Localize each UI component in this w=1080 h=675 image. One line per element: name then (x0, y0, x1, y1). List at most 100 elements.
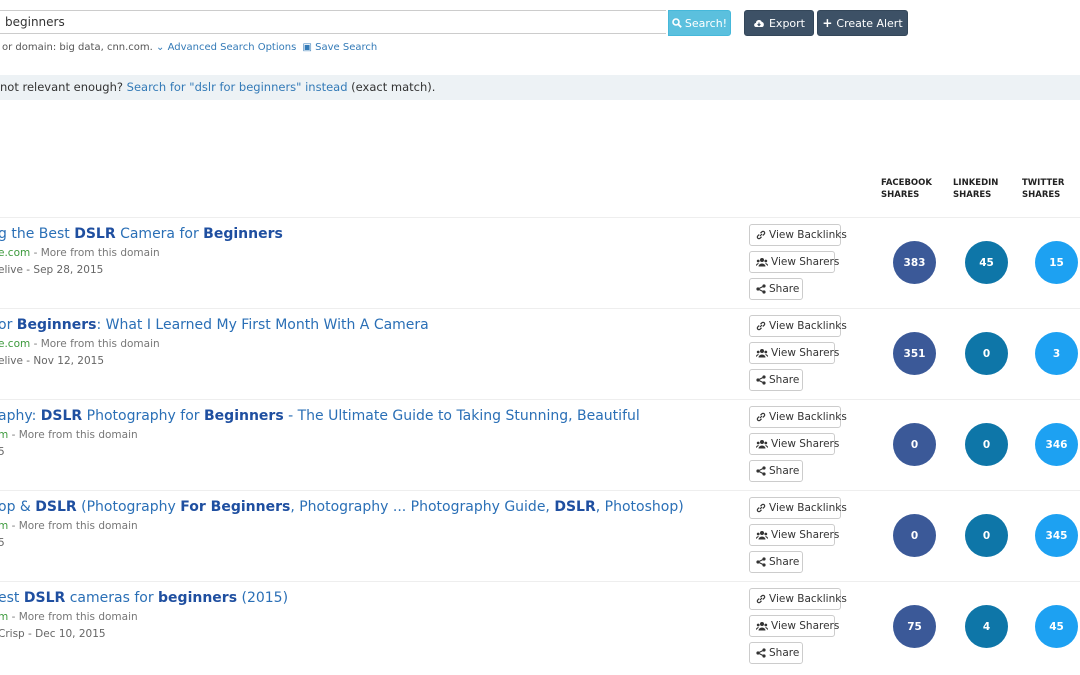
twitter-header-line2: SHARES (1022, 190, 1061, 200)
result-title-part: aphy: (0, 408, 41, 424)
save-search-label: Save Search (315, 42, 378, 53)
notice-prefix: not relevant enough? (0, 80, 123, 94)
facebook-shares-count: 75 (893, 605, 936, 648)
facebook-shares-header[interactable]: FACEBOOK SHARES (881, 177, 932, 201)
view-backlinks-button[interactable]: View Backlinks (749, 588, 847, 610)
view-backlinks-button[interactable]: View Backlinks (749, 224, 847, 246)
create-alert-button[interactable]: + Create Alert (817, 10, 908, 36)
result-title-part: Camera for (115, 226, 204, 242)
exact-match-link[interactable]: Search for "dslr for beginners" instead (127, 80, 348, 94)
save-search-link[interactable]: ▣ Save Search (303, 42, 378, 53)
advanced-search-label: Advanced Search Options (167, 42, 297, 53)
share-button-label: Share (769, 556, 800, 568)
search-button[interactable]: Search! (668, 10, 731, 36)
share-button-label: Share (769, 465, 800, 477)
exact-match-notice: not relevant enough? Search for "dslr fo… (0, 75, 1080, 100)
share-button[interactable]: Share (749, 551, 803, 573)
result-title-part: Photography for (82, 408, 204, 424)
view-sharers-button[interactable]: View Sharers (749, 433, 839, 455)
view-sharers-button-label: View Sharers (771, 256, 840, 268)
result-title-part: For Beginners (180, 499, 291, 515)
view-backlinks-button[interactable]: View Backlinks (749, 406, 847, 428)
facebook-shares-count: 383 (893, 241, 936, 284)
chevron-down-icon: ⌄ (156, 42, 165, 53)
facebook-shares-count: 351 (893, 332, 936, 375)
share-icon (756, 648, 766, 658)
export-button[interactable]: Export (744, 10, 814, 36)
row-divider (0, 308, 1080, 309)
advanced-search-link[interactable]: ⌄ Advanced Search Options (156, 42, 299, 53)
twitter-shares-count: 45 (1035, 605, 1078, 648)
users-icon (756, 530, 768, 540)
search-hint: or domain: big data, cnn.com. ⌄ Advanced… (2, 42, 377, 53)
result-domain-line: m - More from this domain (0, 429, 138, 441)
result-meta: 5 (0, 446, 5, 458)
users-icon (756, 439, 768, 449)
view-sharers-button[interactable]: View Sharers (749, 524, 839, 546)
view-sharers-button[interactable]: View Sharers (749, 615, 839, 637)
more-from-domain-link[interactable]: - More from this domain (8, 429, 138, 441)
view-sharers-button[interactable]: View Sharers (749, 251, 839, 273)
result-domain[interactable]: m (0, 611, 8, 623)
result-meta: Crisp - Dec 10, 2015 (0, 628, 106, 640)
view-backlinks-button-label: View Backlinks (769, 229, 847, 241)
view-sharers-button[interactable]: View Sharers (749, 342, 839, 364)
share-button[interactable]: Share (749, 369, 803, 391)
result-title-part: DSLR (554, 499, 596, 515)
link-icon (756, 230, 766, 240)
view-sharers-button-label: View Sharers (771, 529, 840, 541)
result-title-part: op & (0, 499, 36, 515)
search-input[interactable] (0, 10, 666, 34)
result-title[interactable]: op & DSLR (Photography For Beginners, Ph… (0, 499, 684, 515)
view-backlinks-button[interactable]: View Backlinks (749, 315, 847, 337)
result-title-part: Beginners (204, 408, 284, 424)
plus-icon: + (822, 16, 833, 30)
result-domain[interactable]: m (0, 520, 8, 532)
linkedin-shares-header[interactable]: LINKEDIN SHARES (953, 177, 998, 201)
row-divider (0, 581, 1080, 582)
share-button[interactable]: Share (749, 642, 803, 664)
search-icon (672, 18, 682, 28)
more-from-domain-link[interactable]: - More from this domain (30, 247, 160, 259)
share-icon (756, 284, 766, 294)
facebook-header-line2: SHARES (881, 190, 920, 200)
result-title-part: est (0, 590, 24, 606)
export-label: Export (768, 16, 805, 30)
result-title-part: g the Best (0, 226, 75, 242)
share-button-label: Share (769, 374, 800, 386)
result-title-part: , Photoshop) (595, 499, 684, 515)
more-from-domain-link[interactable]: - More from this domain (8, 520, 138, 532)
more-from-domain-link[interactable]: - More from this domain (8, 611, 138, 623)
result-title-part: Beginners (16, 317, 97, 333)
view-sharers-button-label: View Sharers (771, 620, 840, 632)
search-button-label: Search! (684, 16, 728, 30)
cloud-download-icon (753, 18, 765, 28)
users-icon (756, 257, 768, 267)
twitter-shares-header[interactable]: TWITTER SHARES (1022, 177, 1064, 201)
result-title[interactable]: est DSLR cameras for beginners (2015) (0, 590, 288, 606)
result-domain[interactable]: e.com (0, 338, 30, 350)
more-from-domain-link[interactable]: - More from this domain (30, 338, 160, 350)
result-title[interactable]: or Beginners: What I Learned My First Mo… (0, 317, 429, 333)
view-backlinks-button-label: View Backlinks (769, 320, 847, 332)
result-title-part: - The Ultimate Guide to Taking Stunning,… (283, 408, 640, 424)
link-icon (756, 412, 766, 422)
result-domain[interactable]: m (0, 429, 8, 441)
share-button[interactable]: Share (749, 460, 803, 482)
twitter-shares-count: 15 (1035, 241, 1078, 284)
result-title[interactable]: aphy: DSLR Photography for Beginners - T… (0, 408, 640, 424)
result-title[interactable]: g the Best DSLR Camera for Beginners (0, 226, 283, 242)
share-button[interactable]: Share (749, 278, 803, 300)
linkedin-shares-count: 0 (965, 423, 1008, 466)
users-icon (756, 348, 768, 358)
search-hint-text: or domain: big data, cnn.com. (2, 42, 153, 53)
facebook-shares-count: 0 (893, 423, 936, 466)
twitter-shares-count: 345 (1035, 514, 1078, 557)
view-backlinks-button[interactable]: View Backlinks (749, 497, 847, 519)
result-domain[interactable]: e.com (0, 247, 30, 259)
result-title-part: cameras for (65, 590, 159, 606)
share-icon (756, 466, 766, 476)
result-meta: elive - Nov 12, 2015 (0, 355, 105, 367)
linkedin-shares-count: 45 (965, 241, 1008, 284)
linkedin-shares-count: 0 (965, 332, 1008, 375)
